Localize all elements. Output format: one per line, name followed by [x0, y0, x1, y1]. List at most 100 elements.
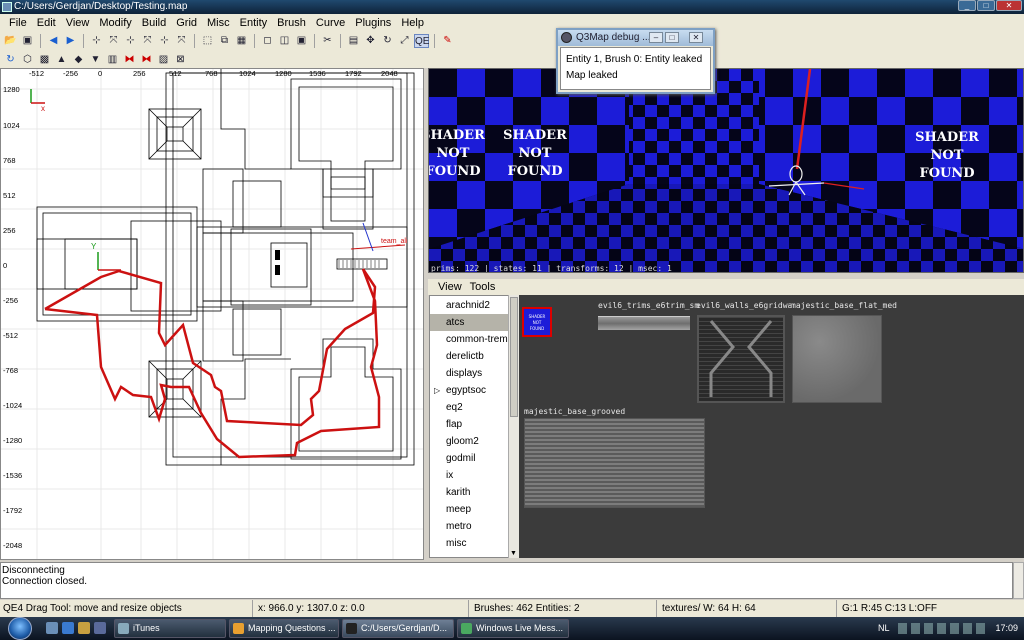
rotate-y-icon[interactable]: ⤧ — [140, 34, 155, 48]
x-tick-label: 256 — [133, 69, 146, 78]
folder-item[interactable]: godmil — [430, 450, 518, 467]
cubic-clip-icon[interactable]: ▲ — [54, 53, 69, 67]
folder-item[interactable]: derelictb — [430, 348, 518, 365]
menu-build[interactable]: Build — [137, 17, 171, 29]
menu-modify[interactable]: Modify — [94, 17, 136, 29]
qe-drag-tool-icon[interactable]: QE — [414, 34, 429, 48]
folder-item[interactable]: eq2 — [430, 399, 518, 416]
switch-windows-icon[interactable] — [94, 622, 106, 634]
texture-menu-view[interactable]: View — [434, 281, 466, 293]
folder-item[interactable]: karith — [430, 484, 518, 501]
select-touching-icon[interactable]: ⧉ — [217, 34, 232, 48]
folder-item[interactable]: common-trem — [430, 331, 518, 348]
texture-tile[interactable] — [524, 418, 705, 508]
rotate-tool-icon[interactable]: ↻ — [380, 34, 395, 48]
texture-tile[interactable] — [598, 316, 690, 330]
menu-grid[interactable]: Grid — [171, 17, 202, 29]
shader-text: SHADER — [915, 130, 979, 145]
folder-item[interactable]: arachnid2 — [430, 297, 518, 314]
texture-tile[interactable] — [792, 315, 882, 403]
no-icon[interactable]: ⊠ — [173, 53, 188, 67]
scroll-down-icon[interactable]: ▼ — [510, 550, 517, 557]
scale-tool-icon[interactable]: ⤢ — [397, 34, 412, 48]
taskbar-button-itunes[interactable]: iTunes — [114, 619, 226, 638]
hexagon-icon[interactable]: ⬡ — [20, 53, 35, 67]
rotate-x-icon[interactable]: ⤧ — [106, 34, 121, 48]
folder-item[interactable]: meep — [430, 501, 518, 518]
csg-merge-icon[interactable]: ◫ — [277, 34, 292, 48]
debug-window-titlebar[interactable]: Q3Map debug ... – □ ✕ — [558, 30, 713, 46]
xy-view[interactable]: -512 -256 0 256 512 768 1024 1280 1536 1… — [0, 68, 424, 560]
q3map-debug-window[interactable]: Q3Map debug ... – □ ✕ Entity 1, Brush 0:… — [556, 28, 715, 94]
debug-close-button[interactable]: ✕ — [689, 32, 703, 43]
grid-icon[interactable]: ▨ — [156, 53, 171, 67]
debug-maximize-button[interactable]: □ — [665, 32, 679, 43]
menu-curve[interactable]: Curve — [311, 17, 350, 29]
csg-subtract-icon[interactable]: ◻ — [260, 34, 275, 48]
folder-item-selected[interactable]: atcs — [430, 314, 518, 331]
make-hollow-icon[interactable]: ▣ — [294, 34, 309, 48]
folder-item[interactable]: flap — [430, 416, 518, 433]
explorer-icon[interactable] — [78, 622, 90, 634]
menu-plugins[interactable]: Plugins — [350, 17, 396, 29]
select-inside-icon[interactable]: ▦ — [234, 34, 249, 48]
menu-brush[interactable]: Brush — [272, 17, 311, 29]
folder-item[interactable]: displays — [430, 365, 518, 382]
texture-tile-missing[interactable]: SHADER NOT FOUND — [522, 307, 552, 337]
menu-file[interactable]: File — [4, 17, 32, 29]
debug-minimize-button[interactable]: – — [649, 32, 663, 43]
texture-folder-list[interactable]: arachnid2 atcs common-trem derelictb dis… — [429, 295, 519, 558]
mirror2-icon[interactable]: ⧓ — [139, 53, 154, 67]
x-tick-label: 768 — [205, 69, 218, 78]
camera-icon[interactable]: ◆ — [71, 53, 86, 67]
change-view-icon[interactable]: ▤ — [346, 34, 361, 48]
flip-x-icon[interactable]: ⊹ — [89, 34, 104, 48]
menu-edit[interactable]: Edit — [32, 17, 61, 29]
undo-icon[interactable]: ◀ — [46, 34, 61, 48]
menu-view[interactable]: View — [61, 17, 95, 29]
entity-tool-icon[interactable]: ✎ — [440, 34, 455, 48]
save-icon[interactable]: ▣ — [20, 34, 35, 48]
taskbar-button-browser[interactable]: Mapping Questions ... — [229, 619, 339, 638]
folder-item-expandable[interactable]: ▷ egyptsoc — [430, 382, 518, 399]
folder-item[interactable]: gloom2 — [430, 433, 518, 450]
language-indicator[interactable]: NL — [878, 617, 890, 640]
patch-icon[interactable]: ▥ — [105, 53, 120, 67]
close-button[interactable]: ✕ — [996, 0, 1022, 11]
ie-icon[interactable] — [62, 622, 74, 634]
taskbar-button-messenger[interactable]: Windows Live Mess... — [457, 619, 569, 638]
texture-menu-tools[interactable]: Tools — [466, 281, 500, 293]
menu-help[interactable]: Help — [396, 17, 429, 29]
menu-misc[interactable]: Misc — [202, 17, 235, 29]
taskbar-button-radiant[interactable]: C:/Users/Gerdjan/D... — [342, 619, 454, 638]
folder-item[interactable]: metro — [430, 518, 518, 535]
texture-icon[interactable]: ▩ — [37, 53, 52, 67]
clock[interactable]: 17:09 — [995, 617, 1018, 640]
refresh-icon[interactable]: ↻ — [3, 53, 18, 67]
texture-view[interactable]: SHADER NOT FOUND evil6_trims_e6trim_sm e… — [519, 295, 1024, 558]
down-arrow-icon[interactable]: ▼ — [88, 53, 103, 67]
folder-item[interactable]: misc — [430, 535, 518, 552]
menu-entity[interactable]: Entity — [235, 17, 273, 29]
translate-icon[interactable]: ✥ — [363, 34, 378, 48]
folder-list-scrollbar[interactable]: ▼ — [508, 295, 519, 558]
open-icon[interactable]: 📂 — [3, 34, 18, 48]
maximize-button[interactable]: □ — [977, 0, 995, 11]
console-scrollbar[interactable] — [1013, 562, 1024, 599]
folder-item[interactable]: ix — [430, 467, 518, 484]
camera-view[interactable]: SHADER NOT FOUND SHADER NOT FOUND SHADER… — [428, 68, 1024, 273]
texture-tile[interactable] — [697, 315, 785, 403]
redo-icon[interactable]: ▶ — [63, 34, 78, 48]
show-desktop-icon[interactable] — [46, 622, 58, 634]
minimize-button[interactable]: _ — [958, 0, 976, 11]
tray-icons[interactable] — [898, 623, 988, 634]
start-button[interactable] — [8, 617, 32, 640]
console-output[interactable]: Disconnecting Connection closed. — [0, 562, 1013, 599]
mirror-icon[interactable]: ⧓ — [122, 53, 137, 67]
flip-y-icon[interactable]: ⊹ — [123, 34, 138, 48]
rotate-z-icon[interactable]: ⤧ — [174, 34, 189, 48]
clipper-icon[interactable]: ✂ — [320, 34, 335, 48]
flip-z-icon[interactable]: ⊹ — [157, 34, 172, 48]
select-complete-icon[interactable]: ⬚ — [200, 34, 215, 48]
expand-arrow-icon[interactable]: ▷ — [434, 382, 440, 399]
